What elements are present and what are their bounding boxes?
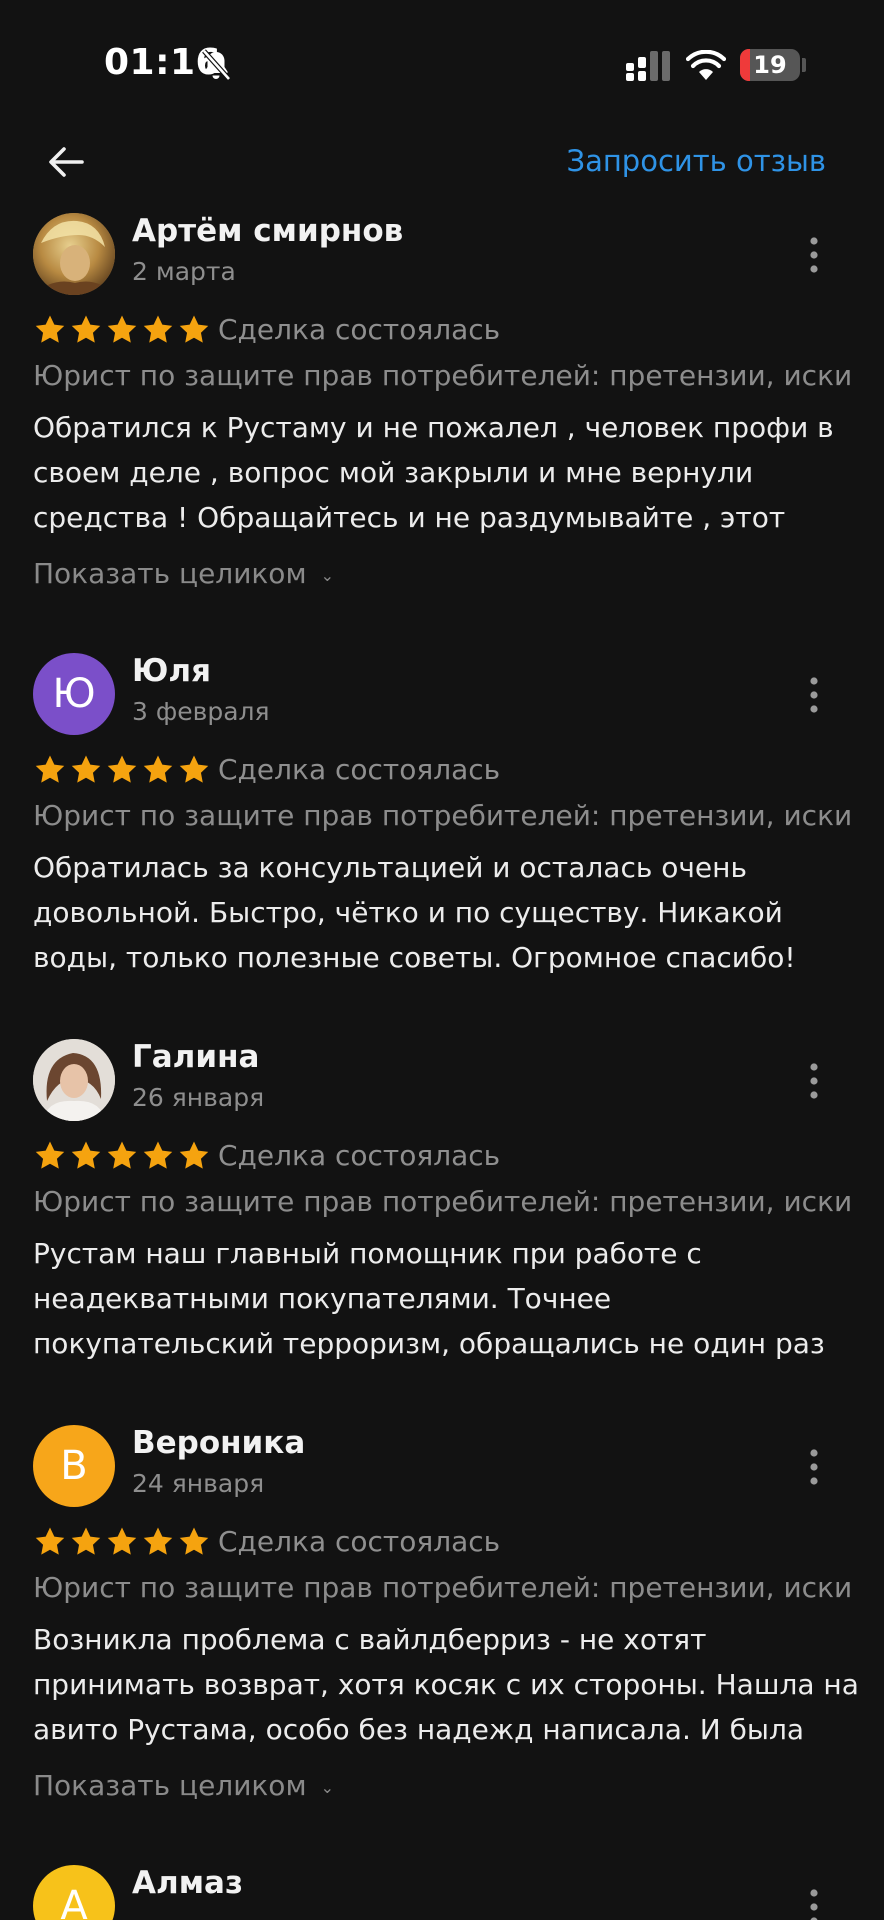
reviewer-name: Галина: [132, 1039, 260, 1075]
star-icon: [33, 1139, 67, 1173]
review-text: Обратилась за консультацией и осталась о…: [33, 845, 863, 980]
star-icon: [141, 1139, 175, 1173]
bell-muted-icon: [202, 49, 231, 81]
signal-icon: [626, 51, 670, 81]
review-card: А Алмаз: [0, 1865, 884, 1920]
service-name: Юрист по защите прав потребителей: прете…: [33, 1571, 853, 1604]
service-name: Юрист по защите прав потребителей: прете…: [33, 799, 853, 832]
deal-status: Сделка состоялась: [218, 1525, 501, 1558]
avatar[interactable]: [33, 1039, 115, 1121]
review-date: 2 марта: [132, 257, 236, 286]
back-arrow-icon[interactable]: [44, 140, 88, 184]
deal-status: Сделка состоялась: [218, 1139, 501, 1172]
review-text: Обратился к Рустаму и не пожалел , челов…: [33, 405, 863, 540]
review-card: Ю Юля 3 февраля Сделка состоялась Юрист …: [0, 653, 884, 993]
rating-stars: [33, 753, 213, 787]
rating-stars: [33, 1139, 213, 1173]
star-icon: [141, 313, 175, 347]
avatar[interactable]: Ю: [33, 653, 115, 735]
review-card: Артём смирнов 2 марта Сделка состоялась …: [0, 213, 884, 603]
avatar-letter: Ю: [52, 671, 96, 717]
review-text-line: своем деле , вопрос мой закрыли и мне ве…: [33, 456, 754, 489]
star-icon: [69, 1525, 103, 1559]
review-text-line: неадекватными покупателями. Точнее: [33, 1282, 612, 1315]
star-icon: [69, 313, 103, 347]
review-date: 26 января: [132, 1083, 265, 1112]
reviewer-name: Артём смирнов: [132, 213, 404, 249]
review-card: Галина 26 января Сделка состоялась Юрист…: [0, 1039, 884, 1379]
status-bar: 01:16 19: [0, 0, 884, 130]
review-text-line: довольной. Быстро, чётко и по существу. …: [33, 896, 783, 929]
rating-stars: [33, 1525, 213, 1559]
star-icon: [105, 1525, 139, 1559]
review-text-line: Рустам наш главный помощник при работе с: [33, 1237, 702, 1270]
chevron-down-icon: ⌄: [320, 1777, 334, 1797]
battery-level: 19: [753, 51, 787, 79]
avatar-letter: В: [60, 1443, 88, 1489]
star-icon: [33, 313, 67, 347]
review-text-line: Обратилась за консультацией и осталась о…: [33, 851, 747, 884]
request-review-link[interactable]: Запросить отзыв: [566, 144, 826, 178]
avatar[interactable]: В: [33, 1425, 115, 1507]
deal-status: Сделка состоялась: [218, 753, 501, 786]
more-options-icon[interactable]: [806, 1061, 822, 1101]
review-text: Рустам наш главный помощник при работе с…: [33, 1231, 863, 1366]
show-more-button[interactable]: Показать целиком ⌄: [33, 557, 334, 590]
rating-stars: [33, 313, 213, 347]
star-icon: [69, 1139, 103, 1173]
avatar[interactable]: [33, 213, 115, 295]
review-text-line: авито Рустама, особо без надежд написала…: [33, 1713, 805, 1746]
more-options-icon[interactable]: [806, 235, 822, 275]
more-options-icon[interactable]: [806, 1887, 822, 1920]
service-name: Юрист по защите прав потребителей: прете…: [33, 359, 853, 392]
star-icon: [105, 1139, 139, 1173]
star-icon: [177, 1139, 211, 1173]
show-more-label: Показать целиком: [33, 1769, 307, 1802]
avatar[interactable]: А: [33, 1865, 115, 1920]
star-icon: [141, 1525, 175, 1559]
reviewer-name: Вероника: [132, 1425, 306, 1461]
deal-status: Сделка состоялась: [218, 313, 501, 346]
avatar-letter: А: [60, 1883, 88, 1920]
review-text-line: средства ! Обращайтесь и не раздумывайте…: [33, 501, 786, 534]
review-text-line: принимать возврат, хотя косяк с их сторо…: [33, 1668, 859, 1701]
more-options-icon[interactable]: [806, 1447, 822, 1487]
service-name: Юрист по защите прав потребителей: прете…: [33, 1185, 853, 1218]
star-icon: [69, 753, 103, 787]
star-icon: [33, 753, 67, 787]
star-icon: [105, 313, 139, 347]
review-date: 3 февраля: [132, 697, 270, 726]
wifi-icon: [686, 50, 726, 80]
reviewer-name: Алмаз: [132, 1865, 243, 1901]
battery-indicator: 19: [740, 49, 800, 81]
review-text-line: Возникла проблема с вайлдберриз - не хот…: [33, 1623, 707, 1656]
star-icon: [177, 1525, 211, 1559]
avatar-photo: [33, 1039, 115, 1121]
show-more-label: Показать целиком: [33, 557, 307, 590]
star-icon: [141, 753, 175, 787]
review-text-line: Обратился к Рустаму и не пожалел , челов…: [33, 411, 834, 444]
star-icon: [177, 313, 211, 347]
review-text-line: воды, только полезные советы. Огромное с…: [33, 941, 796, 974]
review-date: 24 января: [132, 1469, 265, 1498]
show-more-button[interactable]: Показать целиком ⌄: [33, 1769, 334, 1802]
review-card: В Вероника 24 января Сделка состоялась Ю…: [0, 1425, 884, 1815]
star-icon: [177, 753, 211, 787]
more-options-icon[interactable]: [806, 675, 822, 715]
chevron-down-icon: ⌄: [320, 565, 334, 585]
star-icon: [105, 753, 139, 787]
star-icon: [33, 1525, 67, 1559]
review-text: Возникла проблема с вайлдберриз - не хот…: [33, 1617, 863, 1752]
review-text-line: покупательский терроризм, обращались не …: [33, 1327, 825, 1360]
reviewer-name: Юля: [132, 653, 211, 689]
battery-tip: [802, 58, 806, 72]
avatar-photo: [33, 213, 115, 295]
